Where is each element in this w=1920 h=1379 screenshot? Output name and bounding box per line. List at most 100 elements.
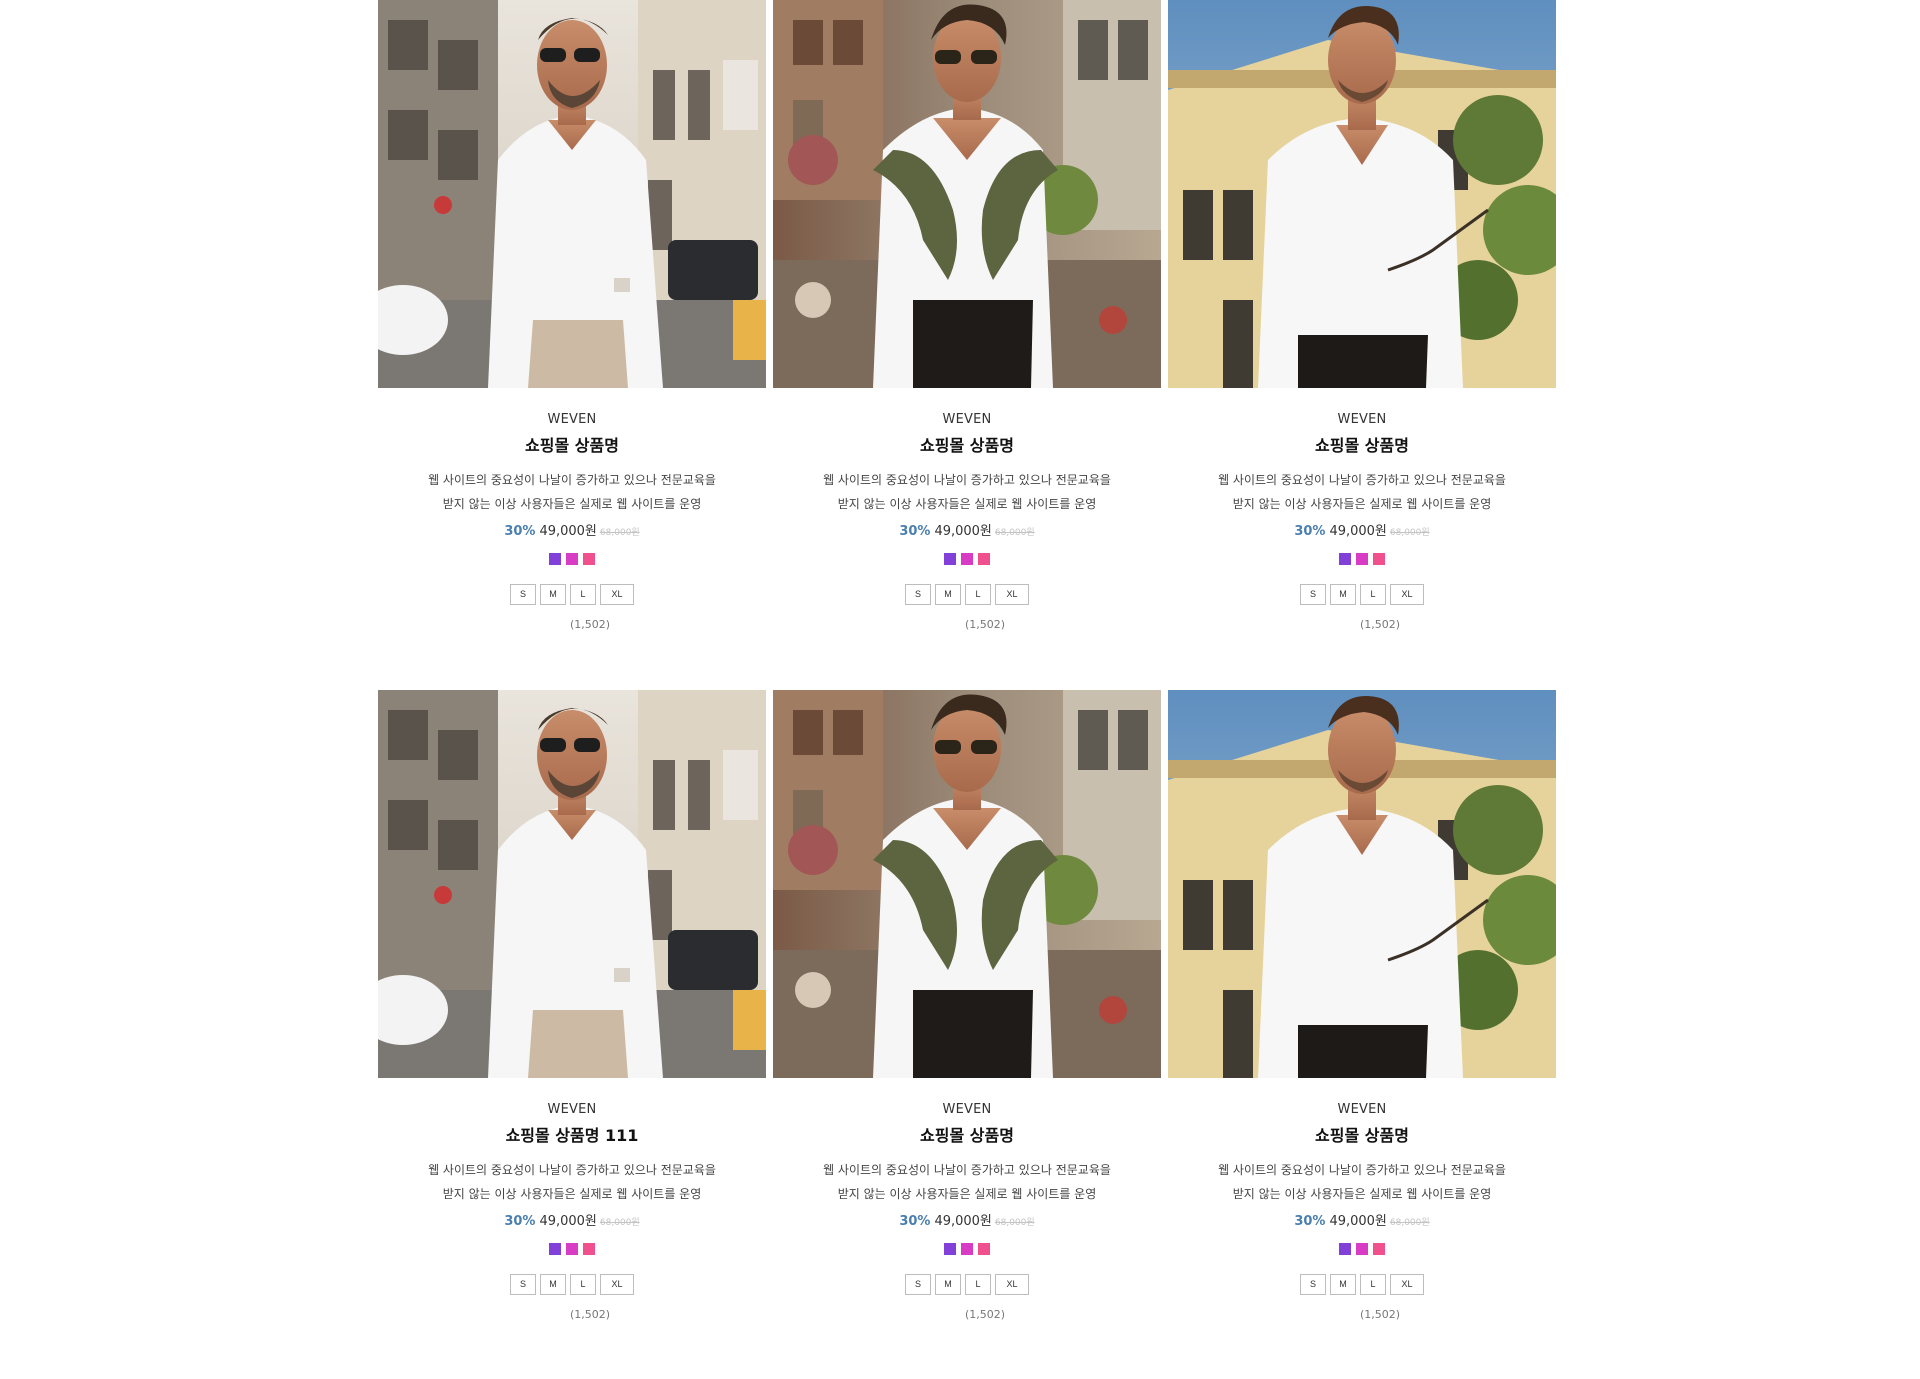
size-option-l[interactable]: L [1360,1274,1386,1295]
review-count: (1,502) [569,1308,611,1321]
product-image[interactable] [773,690,1161,1078]
product-name[interactable]: 쇼핑몰 상품명 [773,1126,1161,1146]
size-option-s[interactable]: S [905,584,931,605]
discount-rate: 30% [899,1214,931,1229]
product-description: 웹 사이트의 중요성이 나날이 증가하고 있으나 전문교육을 받지 않는 이상 … [412,468,732,516]
color-swatch[interactable] [1373,1243,1385,1255]
color-swatches [1168,553,1556,565]
color-swatch[interactable] [1373,553,1385,565]
product-image[interactable] [378,0,766,388]
size-option-s[interactable]: S [510,584,536,605]
size-option-l[interactable]: L [570,1274,596,1295]
product-name[interactable]: 쇼핑몰 상품명 [1168,436,1556,456]
color-swatch[interactable] [1356,553,1368,565]
color-swatches [378,1243,766,1255]
size-option-m[interactable]: M [540,1274,566,1295]
product-brand: WEVEN [547,412,597,427]
size-option-l[interactable]: L [1360,584,1386,605]
discount-rate: 30% [899,524,931,539]
product-image[interactable] [773,0,1161,388]
product-description-line: 받지 않는 이상 사용자들은 실제로 웹 사이트를 운영 [442,1187,702,1201]
size-option-s[interactable]: S [905,1274,931,1295]
color-swatch[interactable] [944,1243,956,1255]
price-row: 30% 49,000원 68,000원 [1168,522,1556,542]
size-options: S M L XL [773,584,1161,605]
product-brand: WEVEN [547,1102,597,1117]
color-swatches [1168,1243,1556,1255]
review-count: (1,502) [1359,1308,1401,1321]
color-swatch[interactable] [978,553,990,565]
product-name[interactable]: 쇼핑몰 상품명 [1168,1126,1556,1146]
size-option-s[interactable]: S [1300,584,1326,605]
color-swatch[interactable] [1356,1243,1368,1255]
size-option-m[interactable]: M [1330,584,1356,605]
product-description-line: 웹 사이트의 중요성이 나날이 증가하고 있으나 전문교육을 [428,473,716,487]
size-option-xl[interactable]: XL [1390,1274,1424,1295]
color-swatch[interactable] [1339,1243,1351,1255]
discount-rate: 30% [504,1214,536,1229]
size-option-xl[interactable]: XL [600,1274,634,1295]
price-row: 30% 49,000원 68,000원 [1168,1212,1556,1232]
size-option-m[interactable]: M [935,584,961,605]
size-option-l[interactable]: L [570,584,596,605]
price-row: 30% 49,000원 68,000원 [773,522,1161,542]
original-price: 68,000원 [599,528,640,538]
product-image[interactable] [378,690,766,1078]
size-options: S M L XL [773,1274,1161,1295]
product-name[interactable]: 쇼핑몰 상품명 [378,436,766,456]
product-description-line: 웹 사이트의 중요성이 나날이 증가하고 있으나 전문교육을 [1218,473,1506,487]
original-price: 68,000원 [1389,528,1430,538]
size-option-xl[interactable]: XL [995,584,1029,605]
review-count: (1,502) [569,618,611,631]
size-option-xl[interactable]: XL [600,584,634,605]
size-option-m[interactable]: M [1330,1274,1356,1295]
size-options: S M L XL [378,584,766,605]
product-card[interactable]: WEVEN 쇼핑몰 상품명 웹 사이트의 중요성이 나날이 증가하고 있으나 전… [1168,690,1556,1379]
product-image[interactable] [1168,690,1556,1078]
product-description-line: 받지 않는 이상 사용자들은 실제로 웹 사이트를 운영 [1232,497,1492,511]
color-swatches [773,1243,1161,1255]
original-price: 68,000원 [599,1218,640,1228]
color-swatch[interactable] [961,553,973,565]
product-name[interactable]: 쇼핑몰 상품명 111 [378,1126,766,1146]
original-price: 68,000원 [1389,1218,1430,1228]
color-swatch[interactable] [978,1243,990,1255]
size-option-xl[interactable]: XL [995,1274,1029,1295]
product-brand: WEVEN [942,1102,992,1117]
sale-price: 49,000원 [934,524,992,539]
color-swatch[interactable] [944,553,956,565]
product-description-line: 웹 사이트의 중요성이 나날이 증가하고 있으나 전문교육을 [1218,1163,1506,1177]
color-swatch[interactable] [566,553,578,565]
sale-price: 49,000원 [539,524,597,539]
size-option-l[interactable]: L [965,1274,991,1295]
product-card[interactable]: WEVEN 쇼핑몰 상품명 111 웹 사이트의 중요성이 나날이 증가하고 있… [378,690,766,1379]
size-option-s[interactable]: S [1300,1274,1326,1295]
color-swatch[interactable] [583,1243,595,1255]
color-swatch[interactable] [583,553,595,565]
product-name[interactable]: 쇼핑몰 상품명 [773,436,1161,456]
product-list-page: WEVEN 쇼핑몰 상품명 웹 사이트의 중요성이 나날이 증가하고 있으나 전… [0,0,1920,1379]
size-option-l[interactable]: L [965,584,991,605]
size-options: S M L XL [1168,584,1556,605]
size-option-s[interactable]: S [510,1274,536,1295]
discount-rate: 30% [1294,1214,1326,1229]
product-card[interactable]: WEVEN 쇼핑몰 상품명 웹 사이트의 중요성이 나날이 증가하고 있으나 전… [773,690,1161,1379]
color-swatch[interactable] [549,1243,561,1255]
color-swatch[interactable] [1339,553,1351,565]
product-card[interactable]: WEVEN 쇼핑몰 상품명 웹 사이트의 중요성이 나날이 증가하고 있으나 전… [1168,0,1556,695]
product-description-line: 받지 않는 이상 사용자들은 실제로 웹 사이트를 운영 [837,1187,1097,1201]
product-brand: WEVEN [1337,1102,1387,1117]
product-card[interactable]: WEVEN 쇼핑몰 상품명 웹 사이트의 중요성이 나날이 증가하고 있으나 전… [378,0,766,695]
size-option-xl[interactable]: XL [1390,584,1424,605]
sale-price: 49,000원 [1329,524,1387,539]
size-option-m[interactable]: M [540,584,566,605]
color-swatch[interactable] [961,1243,973,1255]
product-description-line: 받지 않는 이상 사용자들은 실제로 웹 사이트를 운영 [442,497,702,511]
product-description-line: 웹 사이트의 중요성이 나날이 증가하고 있으나 전문교육을 [823,473,1111,487]
product-description: 웹 사이트의 중요성이 나날이 증가하고 있으나 전문교육을 받지 않는 이상 … [807,468,1127,516]
product-card[interactable]: WEVEN 쇼핑몰 상품명 웹 사이트의 중요성이 나날이 증가하고 있으나 전… [773,0,1161,695]
size-option-m[interactable]: M [935,1274,961,1295]
product-image[interactable] [1168,0,1556,388]
color-swatch[interactable] [549,553,561,565]
color-swatch[interactable] [566,1243,578,1255]
